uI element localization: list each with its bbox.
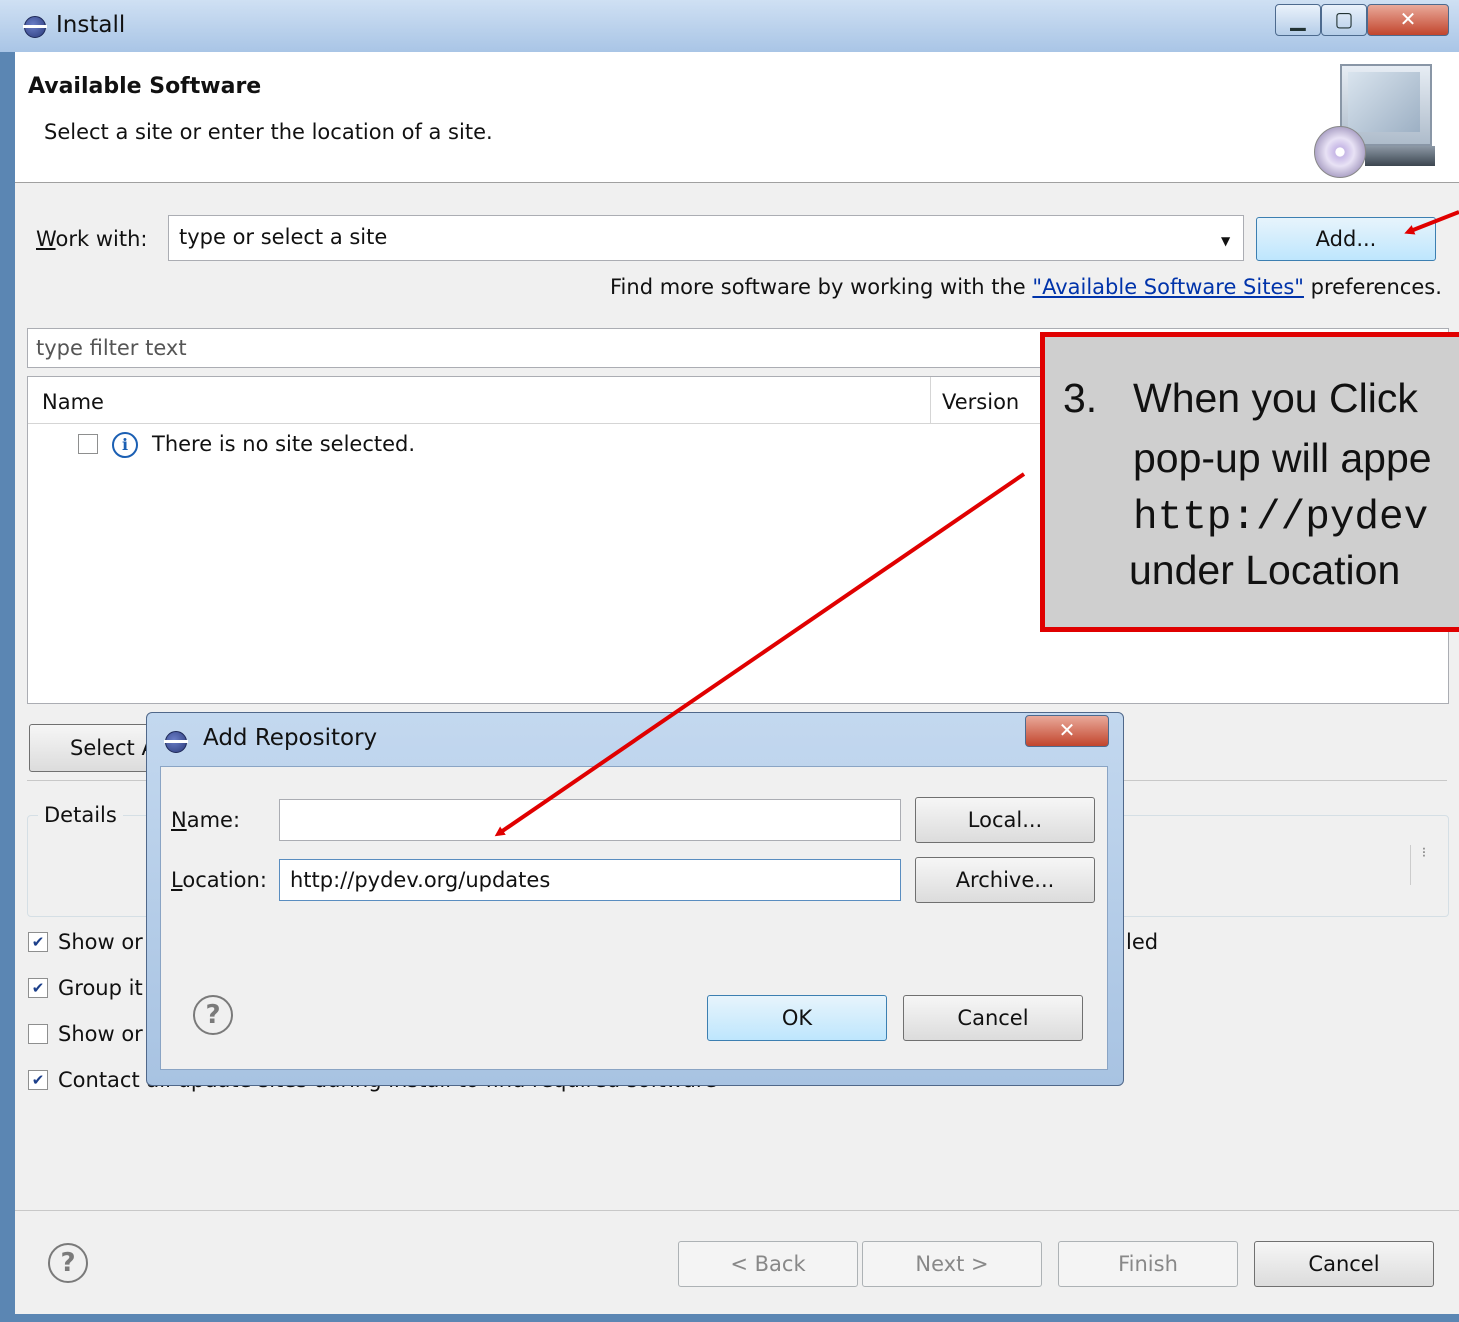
annotation-arrows [494,210,1459,837]
arrow-to-add-button [1404,210,1459,235]
arrow-to-location-field [494,472,1026,837]
